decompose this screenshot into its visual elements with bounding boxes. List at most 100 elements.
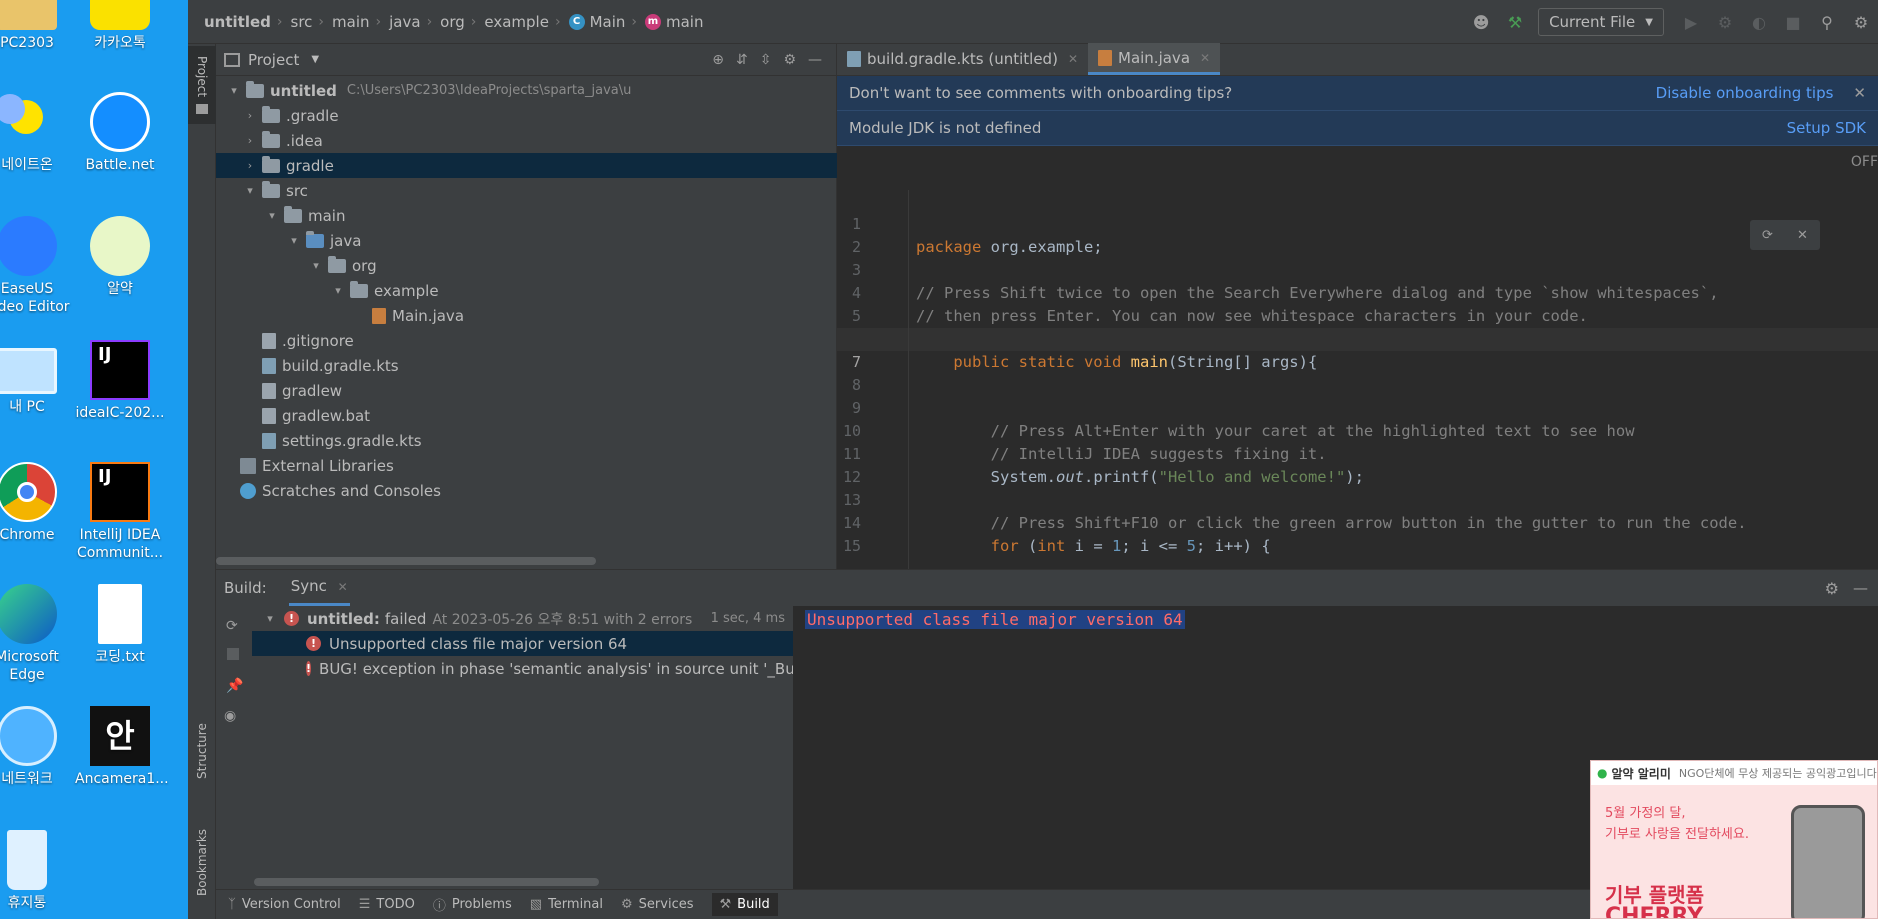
setup-sdk-link[interactable]: Setup SDK bbox=[1787, 119, 1866, 137]
code-line: 8 bbox=[837, 351, 1878, 394]
desktop-icon-intellij[interactable]: IJ IntelliJ IDEA Communit... bbox=[75, 462, 165, 562]
close-icon[interactable]: ✕ bbox=[1200, 51, 1210, 65]
tree-item-idea[interactable]: › .idea bbox=[216, 128, 837, 153]
tab-problems[interactable]: ⓘ Problems bbox=[433, 895, 512, 914]
project-tool-tab[interactable]: Project bbox=[188, 46, 216, 124]
desktop-icon-coding-txt[interactable]: 코딩.txt bbox=[75, 584, 165, 666]
close-icon[interactable]: ✕ bbox=[1068, 52, 1078, 66]
close-icon[interactable]: ✕ bbox=[1853, 84, 1866, 102]
horizontal-scrollbar[interactable] bbox=[216, 557, 596, 565]
horizontal-scrollbar[interactable] bbox=[254, 878, 599, 886]
tree-item-java[interactable]: ▾ java bbox=[216, 228, 837, 253]
project-view-icon bbox=[224, 52, 240, 67]
tab-todo[interactable]: ☰ TODO bbox=[359, 897, 415, 912]
desktop-icon-nateon[interactable]: 네이트온 bbox=[0, 92, 72, 174]
desktop-icon-recycle-bin[interactable]: 휴지통 bbox=[0, 830, 72, 912]
alyac-notification-popup[interactable]: ● 알약 알리미 NGO단체에 무상 제공되는 공익광고입니다 5월 가정의 달… bbox=[1590, 760, 1878, 919]
locate-file-icon[interactable]: ⊕ bbox=[712, 52, 724, 68]
breadcrumb-example[interactable]: example bbox=[484, 13, 549, 31]
stop-icon[interactable]: ■ bbox=[1780, 9, 1806, 35]
breadcrumb-org[interactable]: org bbox=[440, 13, 465, 31]
search-icon[interactable]: ⚲ bbox=[1814, 9, 1840, 35]
close-icon[interactable]: ✕ bbox=[338, 580, 348, 594]
desktop-icon-ideaic-installer[interactable]: IJ ideaIC-202... bbox=[75, 340, 165, 422]
tree-item-gitignore[interactable]: .gitignore bbox=[216, 328, 837, 353]
structure-tool-tab[interactable]: Structure bbox=[188, 716, 216, 802]
breadcrumb-method-main[interactable]: m main bbox=[645, 13, 703, 31]
disable-onboarding-tips-link[interactable]: Disable onboarding tips bbox=[1656, 84, 1834, 102]
build-error-row[interactable]: ! Unsupported class file major version 6… bbox=[252, 631, 793, 656]
tab-main-java[interactable]: Main.java ✕ bbox=[1088, 43, 1221, 75]
tree-item-gradlew-bat[interactable]: gradlew.bat bbox=[216, 403, 837, 428]
build-summary-row[interactable]: ▾ ! untitled: failed At 2023-05-26 오후 8:… bbox=[252, 606, 793, 631]
tree-item-gradle-hidden[interactable]: › .gradle bbox=[216, 103, 837, 128]
settings-gear-icon[interactable]: ⚙ bbox=[1848, 9, 1874, 35]
desktop-icon-kakaotalk[interactable]: 카카오톡 bbox=[75, 0, 165, 52]
tree-item-src[interactable]: ▾ src bbox=[216, 178, 837, 203]
desktop-icon-chrome[interactable]: Chrome bbox=[0, 462, 72, 544]
gutter-divider bbox=[908, 190, 909, 569]
tab-services[interactable]: ⚙ Services bbox=[621, 897, 693, 912]
project-tool-tab-label: Project bbox=[195, 56, 209, 98]
desktop-icon-my-pc[interactable]: 내 PC bbox=[0, 340, 72, 416]
build-error-row[interactable]: ! BUG! exception in phase 'semantic anal… bbox=[252, 656, 793, 681]
close-icon[interactable]: ✕ bbox=[1797, 228, 1808, 243]
tree-item-example[interactable]: ▾ example bbox=[216, 278, 837, 303]
debug-icon[interactable]: ⚙ bbox=[1712, 9, 1738, 35]
hide-panel-icon[interactable]: — bbox=[808, 52, 822, 68]
terminal-icon: ▧ bbox=[529, 897, 543, 912]
eye-icon[interactable]: ◉ bbox=[224, 708, 236, 724]
expand-all-icon[interactable]: ⇵ bbox=[736, 52, 748, 68]
desktop-icon-easeus[interactable]: EaseUS Video Editor bbox=[0, 216, 72, 316]
inspection-off-label: OFF bbox=[1850, 154, 1878, 170]
tree-item-build-gradle-kts[interactable]: build.gradle.kts bbox=[216, 353, 837, 378]
desktop-icon-edge[interactable]: Microsoft Edge bbox=[0, 584, 72, 684]
run-icon[interactable]: ▶ bbox=[1678, 9, 1704, 35]
pin-icon[interactable]: 📌 bbox=[226, 678, 243, 694]
tree-item-gradlew[interactable]: gradlew bbox=[216, 378, 837, 403]
collapse-all-icon[interactable]: ⇳ bbox=[760, 52, 772, 68]
stop-icon[interactable] bbox=[227, 648, 239, 660]
tab-version-control[interactable]: ᛉ Version Control bbox=[228, 897, 341, 912]
breadcrumb-src[interactable]: src bbox=[291, 13, 313, 31]
breadcrumb-main[interactable]: main bbox=[332, 13, 369, 31]
project-panel-title[interactable]: Project bbox=[248, 51, 299, 69]
tree-item-org[interactable]: ▾ org bbox=[216, 253, 837, 278]
tab-sync[interactable]: Sync ✕ bbox=[288, 570, 350, 606]
breadcrumb-java[interactable]: java bbox=[389, 13, 420, 31]
list-icon: ☰ bbox=[358, 897, 371, 912]
tab-label: Version Control bbox=[241, 897, 341, 912]
tree-item-scratches[interactable]: Scratches and Consoles bbox=[216, 478, 837, 503]
chevron-down-icon[interactable]: ▼ bbox=[311, 54, 319, 65]
tree-item-main[interactable]: ▾ main bbox=[216, 203, 837, 228]
tree-item-main-java[interactable]: Main.java bbox=[216, 303, 837, 328]
settings-gear-icon[interactable]: ⚙ bbox=[783, 52, 796, 68]
desktop-icon-ancamera[interactable]: 안 Ancamera1... bbox=[75, 706, 169, 788]
tab-terminal[interactable]: ▧ Terminal bbox=[530, 897, 603, 912]
desktop-icon-pc2303[interactable]: PC2303 bbox=[0, 0, 72, 52]
breadcrumb-project[interactable]: untitled bbox=[204, 13, 271, 31]
project-panel: Project ▼ ⊕ ⇵ ⇳ ⚙ — ▾ untitled C:\Users\… bbox=[216, 44, 837, 569]
settings-gear-icon[interactable]: ⚙ bbox=[1825, 579, 1839, 598]
tree-item-root[interactable]: ▾ untitled C:\Users\PC2303\IdeaProjects\… bbox=[216, 78, 837, 103]
build-hammer-icon[interactable]: ⚒ bbox=[1502, 9, 1528, 35]
tab-build[interactable]: ⚒ Build bbox=[711, 893, 778, 916]
tree-item-gradle[interactable]: › gradle bbox=[216, 153, 837, 178]
tree-item-external-libraries[interactable]: External Libraries bbox=[216, 453, 837, 478]
tree-item-settings-gradle-kts[interactable]: settings.gradle.kts bbox=[216, 428, 837, 453]
user-icon[interactable]: ☻ bbox=[1468, 9, 1494, 35]
code-line: 5 public class Main { bbox=[837, 282, 1878, 348]
tree-item-label: gradlew bbox=[282, 381, 343, 400]
bookmarks-tool-tab[interactable]: Bookmarks bbox=[188, 822, 216, 919]
gradle-reload-icon[interactable]: ⟳ bbox=[1762, 228, 1773, 243]
coverage-icon[interactable]: ◐ bbox=[1746, 9, 1772, 35]
breadcrumb-class-main[interactable]: C Main bbox=[568, 13, 625, 31]
desktop-icon-battlenet[interactable]: Battle.net bbox=[75, 92, 165, 174]
sync-icon[interactable]: ⟳ bbox=[226, 618, 238, 634]
run-configuration-select[interactable]: Current File ▼ bbox=[1538, 8, 1664, 36]
desktop-icon-alyac[interactable]: 알약 bbox=[75, 216, 165, 298]
tab-build-gradle-kts[interactable]: build.gradle.kts (untitled) ✕ bbox=[837, 43, 1088, 75]
desktop-icon-network[interactable]: 네트워크 bbox=[0, 706, 72, 788]
hide-panel-icon[interactable]: — bbox=[1853, 579, 1868, 597]
code-editor[interactable]: 1 package org.example; 2 3 // Press Shif… bbox=[837, 190, 1878, 569]
